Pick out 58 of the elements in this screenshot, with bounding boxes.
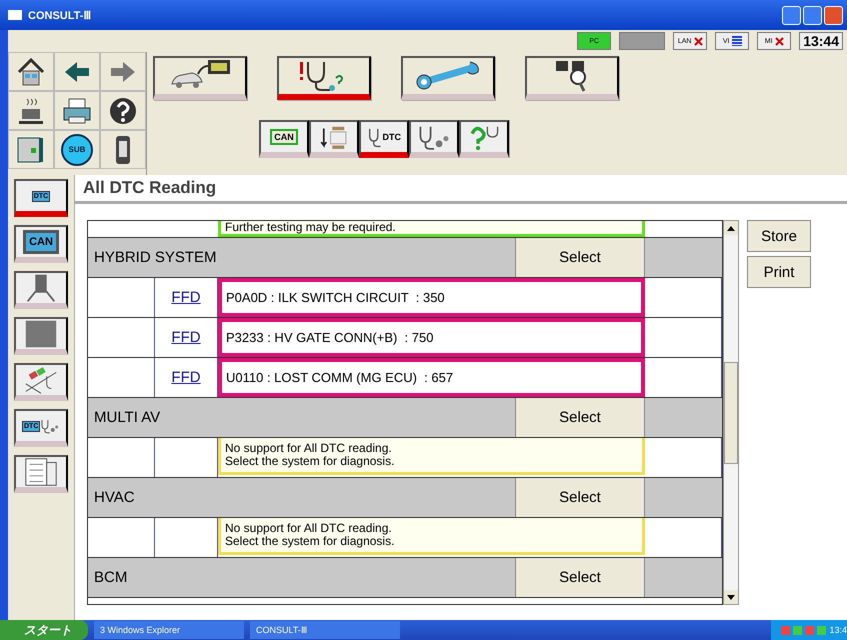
message-text: No support for All DTC reading. Select the system for diagnosis. xyxy=(218,518,645,555)
forward-button[interactable] xyxy=(100,52,146,91)
sheet-tab[interactable] xyxy=(14,455,68,493)
clock: 13:44 xyxy=(799,32,843,50)
can-tab[interactable]: CAN xyxy=(259,120,309,158)
home-icon xyxy=(15,56,47,88)
system-name: HYBRID SYSTEM xyxy=(93,248,218,268)
select-button[interactable]: Select xyxy=(515,238,645,277)
cross-icon xyxy=(694,36,702,46)
dtc-entry: U0110 : LOST COMM (MG ECU) : 657 xyxy=(218,358,645,397)
blank-tab[interactable] xyxy=(14,317,68,355)
question-tab[interactable] xyxy=(459,120,509,158)
flags-tab[interactable] xyxy=(525,56,619,100)
help-button[interactable] xyxy=(100,91,146,130)
signal-tab[interactable] xyxy=(14,363,68,401)
system-name: HVAC xyxy=(93,488,136,508)
scrollbar[interactable] xyxy=(723,220,739,605)
can-tab[interactable]: CAN xyxy=(14,225,68,263)
sub-button[interactable]: SUB xyxy=(54,130,100,169)
select-button[interactable]: Select xyxy=(515,398,645,437)
cup-button[interactable] xyxy=(8,91,54,130)
dtc-entry: P0A0D : ILK SWITCH CIRCUIT : 350 xyxy=(218,278,645,317)
taskbar-item[interactable]: CONSULT-Ⅲ xyxy=(250,621,400,639)
select-button[interactable]: Select xyxy=(515,478,645,517)
ffd-link[interactable]: FFD xyxy=(171,369,201,386)
maximize-button[interactable] xyxy=(803,6,822,24)
stethoscope-tab[interactable] xyxy=(409,120,459,158)
dtc-entry: P3233 : HV GATE CONN(+B) : 750 xyxy=(218,318,645,357)
action-button[interactable]: Store xyxy=(747,220,811,252)
action-button[interactable]: Print xyxy=(747,256,811,288)
close-button[interactable] xyxy=(824,6,843,24)
system-name: MULTI AV xyxy=(93,408,162,428)
car-tab[interactable] xyxy=(153,56,247,100)
blank-indicator xyxy=(619,32,666,50)
taskbar-item[interactable]: 3 Windows Explorer xyxy=(94,621,244,639)
cross-icon xyxy=(774,36,784,46)
ffd-link[interactable]: FFD xyxy=(171,289,201,306)
back-button[interactable] xyxy=(54,52,100,91)
select-button[interactable]: Select xyxy=(515,558,645,597)
ffd-link[interactable]: FFD xyxy=(171,329,201,346)
printer-button[interactable] xyxy=(54,91,100,130)
app-icon xyxy=(8,10,22,20)
wrench-tab[interactable] xyxy=(401,56,495,100)
message-text: No support for All DTC reading. Select the system for diagnosis. xyxy=(218,438,645,475)
home-button[interactable] xyxy=(8,52,54,91)
minimize-button[interactable] xyxy=(782,6,801,24)
screen-button[interactable] xyxy=(8,130,54,169)
seat-tab[interactable] xyxy=(14,271,68,309)
tray-clock: 13:4 xyxy=(829,625,847,635)
dtc-tab[interactable]: DTC xyxy=(359,120,409,158)
flow-tab[interactable] xyxy=(309,120,359,158)
window-title: CONSULT-Ⅲ xyxy=(28,8,92,22)
diagnosis-tab[interactable] xyxy=(277,56,371,100)
page-heading: All DTC Reading xyxy=(75,175,847,204)
message-text: Further testing may be required. xyxy=(218,221,645,237)
start-button[interactable]: スタート xyxy=(0,620,88,640)
system-name: BCM xyxy=(93,568,128,588)
phone-button[interactable] xyxy=(100,130,146,169)
